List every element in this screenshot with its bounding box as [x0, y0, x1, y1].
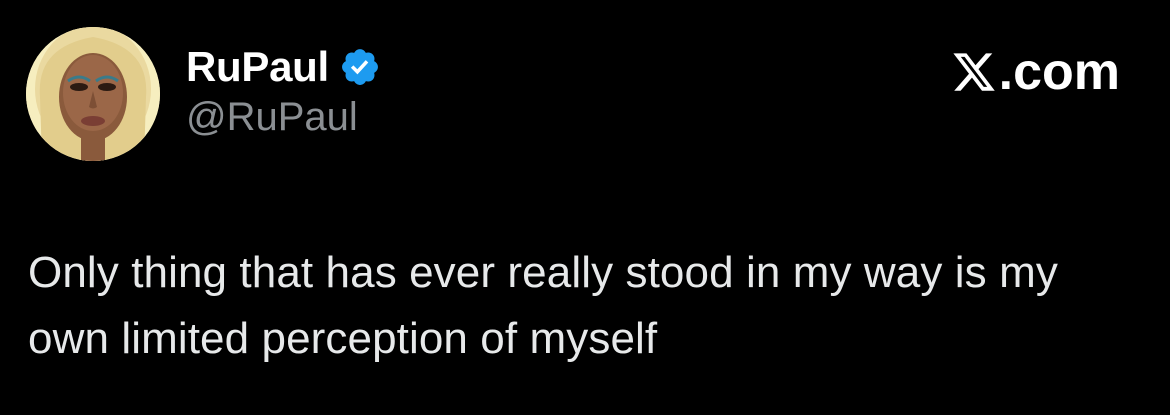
avatar[interactable] [26, 27, 160, 161]
verified-badge-icon [339, 46, 381, 88]
author-name-row: RuPaul [186, 40, 381, 94]
site-label: .com [998, 43, 1120, 101]
author-handle[interactable]: @RuPaul [186, 97, 358, 137]
display-name[interactable]: RuPaul [186, 46, 329, 88]
avatar-portrait-icon [26, 27, 160, 161]
site-mark: .com [951, 46, 1120, 98]
x-logo-icon [951, 49, 997, 95]
tweet-text: Only thing that has ever really stood in… [28, 248, 1058, 363]
tweet-card: RuPaul @RuPaul .com Only thing that has … [0, 0, 1170, 415]
